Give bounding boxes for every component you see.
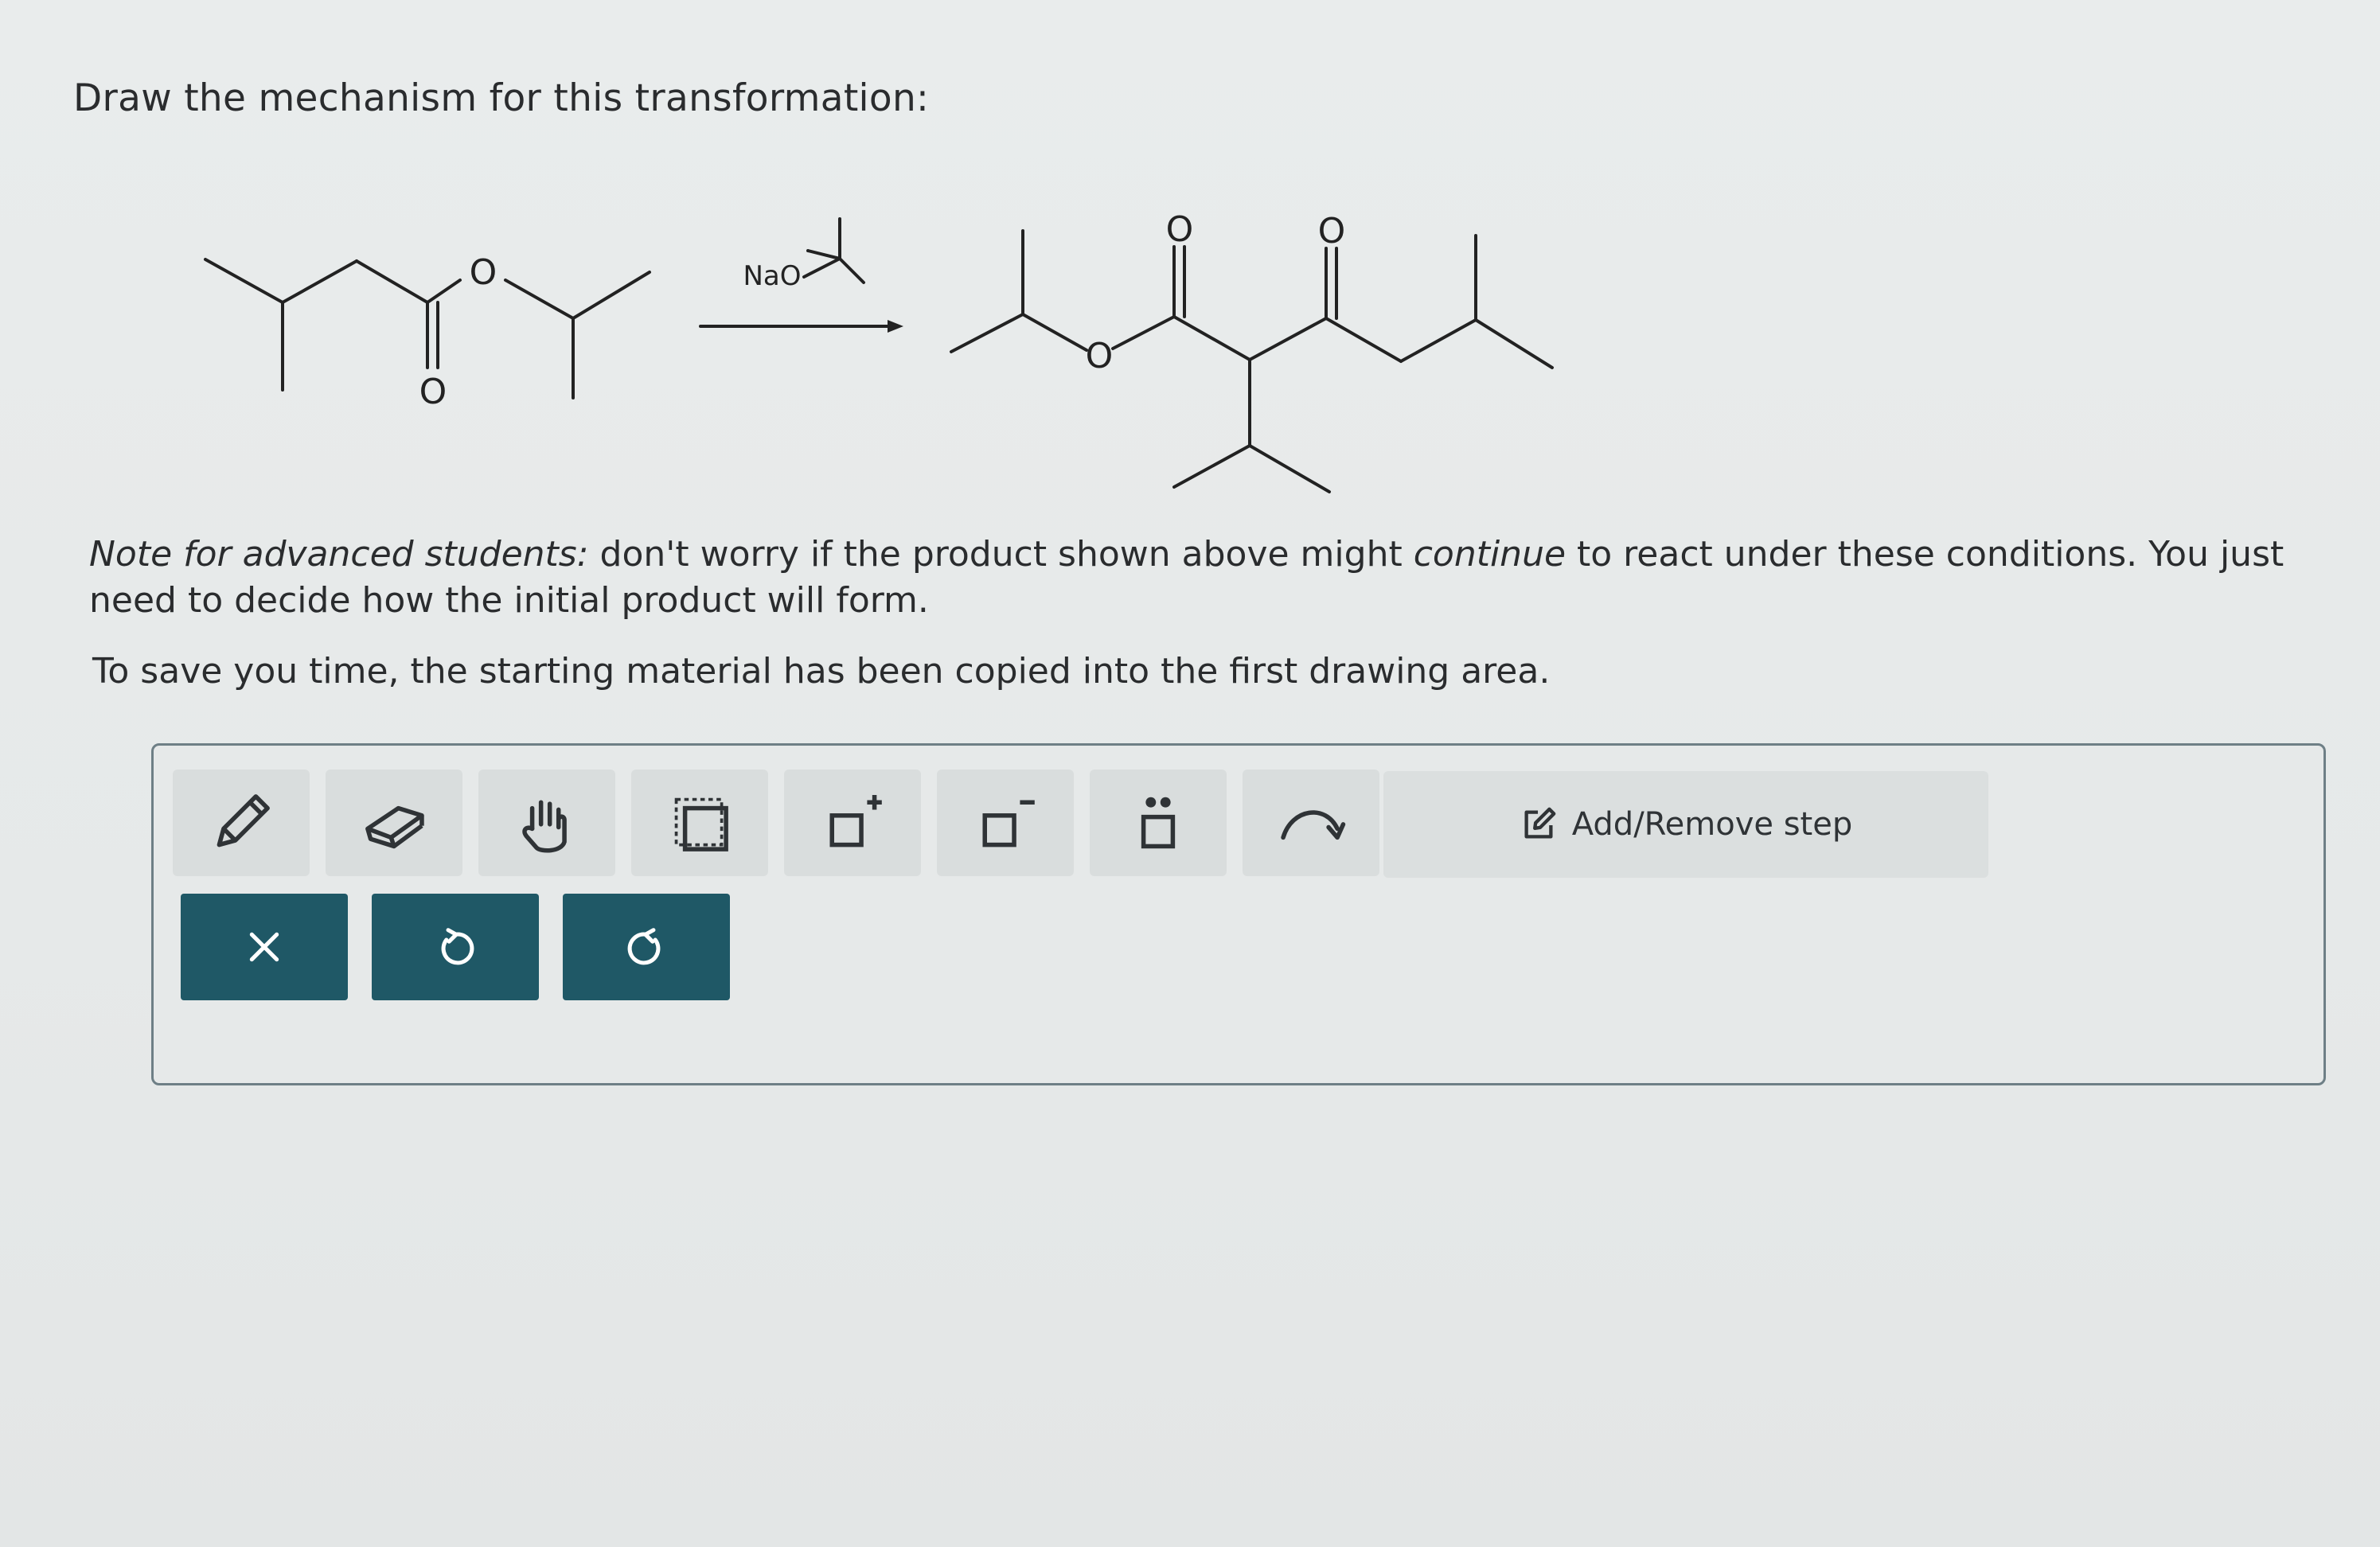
bond [950,313,1024,353]
bond [1111,315,1176,350]
bond [1399,318,1477,363]
undo-icon [441,928,474,965]
bond [426,279,462,304]
redo-button[interactable] [563,894,730,1000]
bond [1248,317,1328,361]
redo-icon [627,928,661,965]
bond [1474,318,1554,369]
pencil-icon [217,794,270,848]
hand-tool[interactable] [478,770,615,876]
select-box-icon [674,797,728,851]
positive-charge-tool[interactable] [784,770,921,876]
oxygen-label: O [1086,336,1114,376]
note-text-1: don't worry if the product shown above m… [588,534,1414,575]
bond [1325,317,1403,363]
bond [504,279,575,320]
assignment-page: Draw the mechanism for this transformati… [0,0,2380,1547]
hand-icon [522,800,567,853]
undo-button[interactable] [372,894,539,1000]
bond [838,257,865,284]
edit-icon [1524,807,1556,839]
reaction-diagram: O O NaO O O O [204,209,1554,493]
copy-note: To save you time, the starting material … [92,651,1551,692]
oxygen-label: O [1166,209,1194,250]
bond [1248,444,1331,493]
bond [281,259,358,304]
eraser-icon [365,805,424,849]
bond [1021,313,1088,352]
question-heading: Draw the mechanism for this transformati… [73,76,930,120]
bond [802,257,841,279]
negative-charge-tool[interactable] [937,770,1074,876]
reagent-label: NaO [743,260,801,292]
bond [572,271,651,320]
curved-arrow-tool[interactable] [1243,770,1379,876]
oxygen-label: O [1318,211,1346,251]
reaction-scheme: O O NaO O O O [143,183,1656,517]
add-remove-step-button[interactable]: Add/Remove step [1383,771,1988,878]
drawing-panel: Add/Remove step [151,743,2326,1085]
arrow-head [888,320,903,333]
curved-arrow-icon [1281,810,1346,840]
clear-button[interactable] [181,894,348,1000]
bond [355,259,429,304]
lone-pair-tool[interactable] [1090,770,1227,876]
pencil-tool[interactable] [173,770,310,876]
negative-charge-icon [982,800,1035,848]
note-emphasis: continue [1413,534,1567,575]
select-tool[interactable] [631,770,768,876]
close-icon [249,932,279,962]
note-lead: Note for advanced students: [89,534,589,575]
oxygen-label: O [419,372,447,412]
oxygen-label: O [470,252,497,293]
lone-pair-icon [1141,797,1176,849]
bond [1172,444,1251,489]
bond [806,249,841,260]
bond [204,258,284,304]
bond [1172,315,1251,361]
positive-charge-icon [829,795,882,848]
add-remove-step-label: Add/Remove step [1571,806,1853,843]
advanced-note: Note for advanced students: don't worry … [89,532,2350,624]
eraser-tool[interactable] [326,770,462,876]
